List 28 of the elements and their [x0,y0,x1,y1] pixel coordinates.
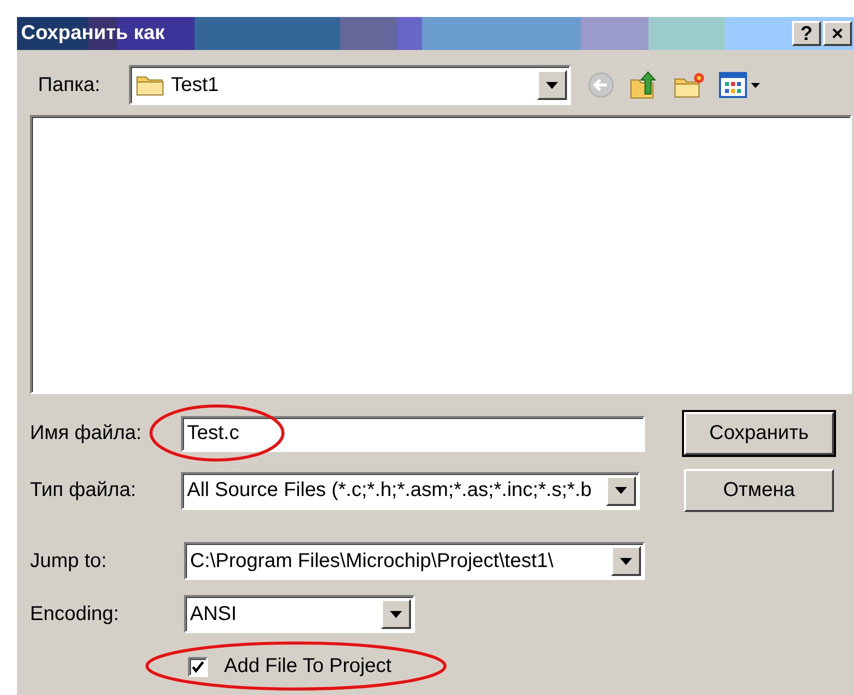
checkbox-label: Add File To Project [224,655,392,678]
dialog-button[interactable]: Отмена [684,469,834,512]
new-folder-icon[interactable] [673,71,705,99]
checkbox[interactable] [188,656,208,676]
window-title: Сохранить как [20,22,165,45]
view-menu-icon[interactable] [719,71,761,99]
file-type-combo-box[interactable]: All Source Files (*.c;*.h;*.asm;*.as;*.inc;*.s;*.b [181,472,640,510]
folder-combo-box[interactable]: Test1 [129,65,571,105]
folder-up-icon[interactable] [629,70,659,100]
dropdown-arrow-icon [620,558,632,564]
file-name-field[interactable]: Test.c [181,416,645,452]
field-label: Тип файла: [30,479,137,502]
dialog-button[interactable]: Сохранить [684,412,834,455]
dropdown-button[interactable] [611,546,641,576]
dropdown-button[interactable] [537,70,567,100]
dropdown-arrow-icon [615,487,627,494]
field-label: Jump to: [30,550,108,572]
dropdown-button[interactable] [381,599,411,629]
jump-to-combo-box[interactable]: C:\Program Files\Microchip\Project\test1\ [184,542,645,580]
close-button[interactable]: × [823,21,852,46]
field-label: Папка: [38,74,102,96]
help-button[interactable]: ? [792,21,821,46]
dropdown-arrow-icon [546,82,558,88]
field-label: Encoding: [30,602,120,626]
dropdown-arrow-icon [390,610,402,618]
dropdown-button[interactable] [606,476,636,506]
encoding-combo-box[interactable]: ANSI [184,595,415,633]
field-label: Имя файла: [30,422,143,445]
